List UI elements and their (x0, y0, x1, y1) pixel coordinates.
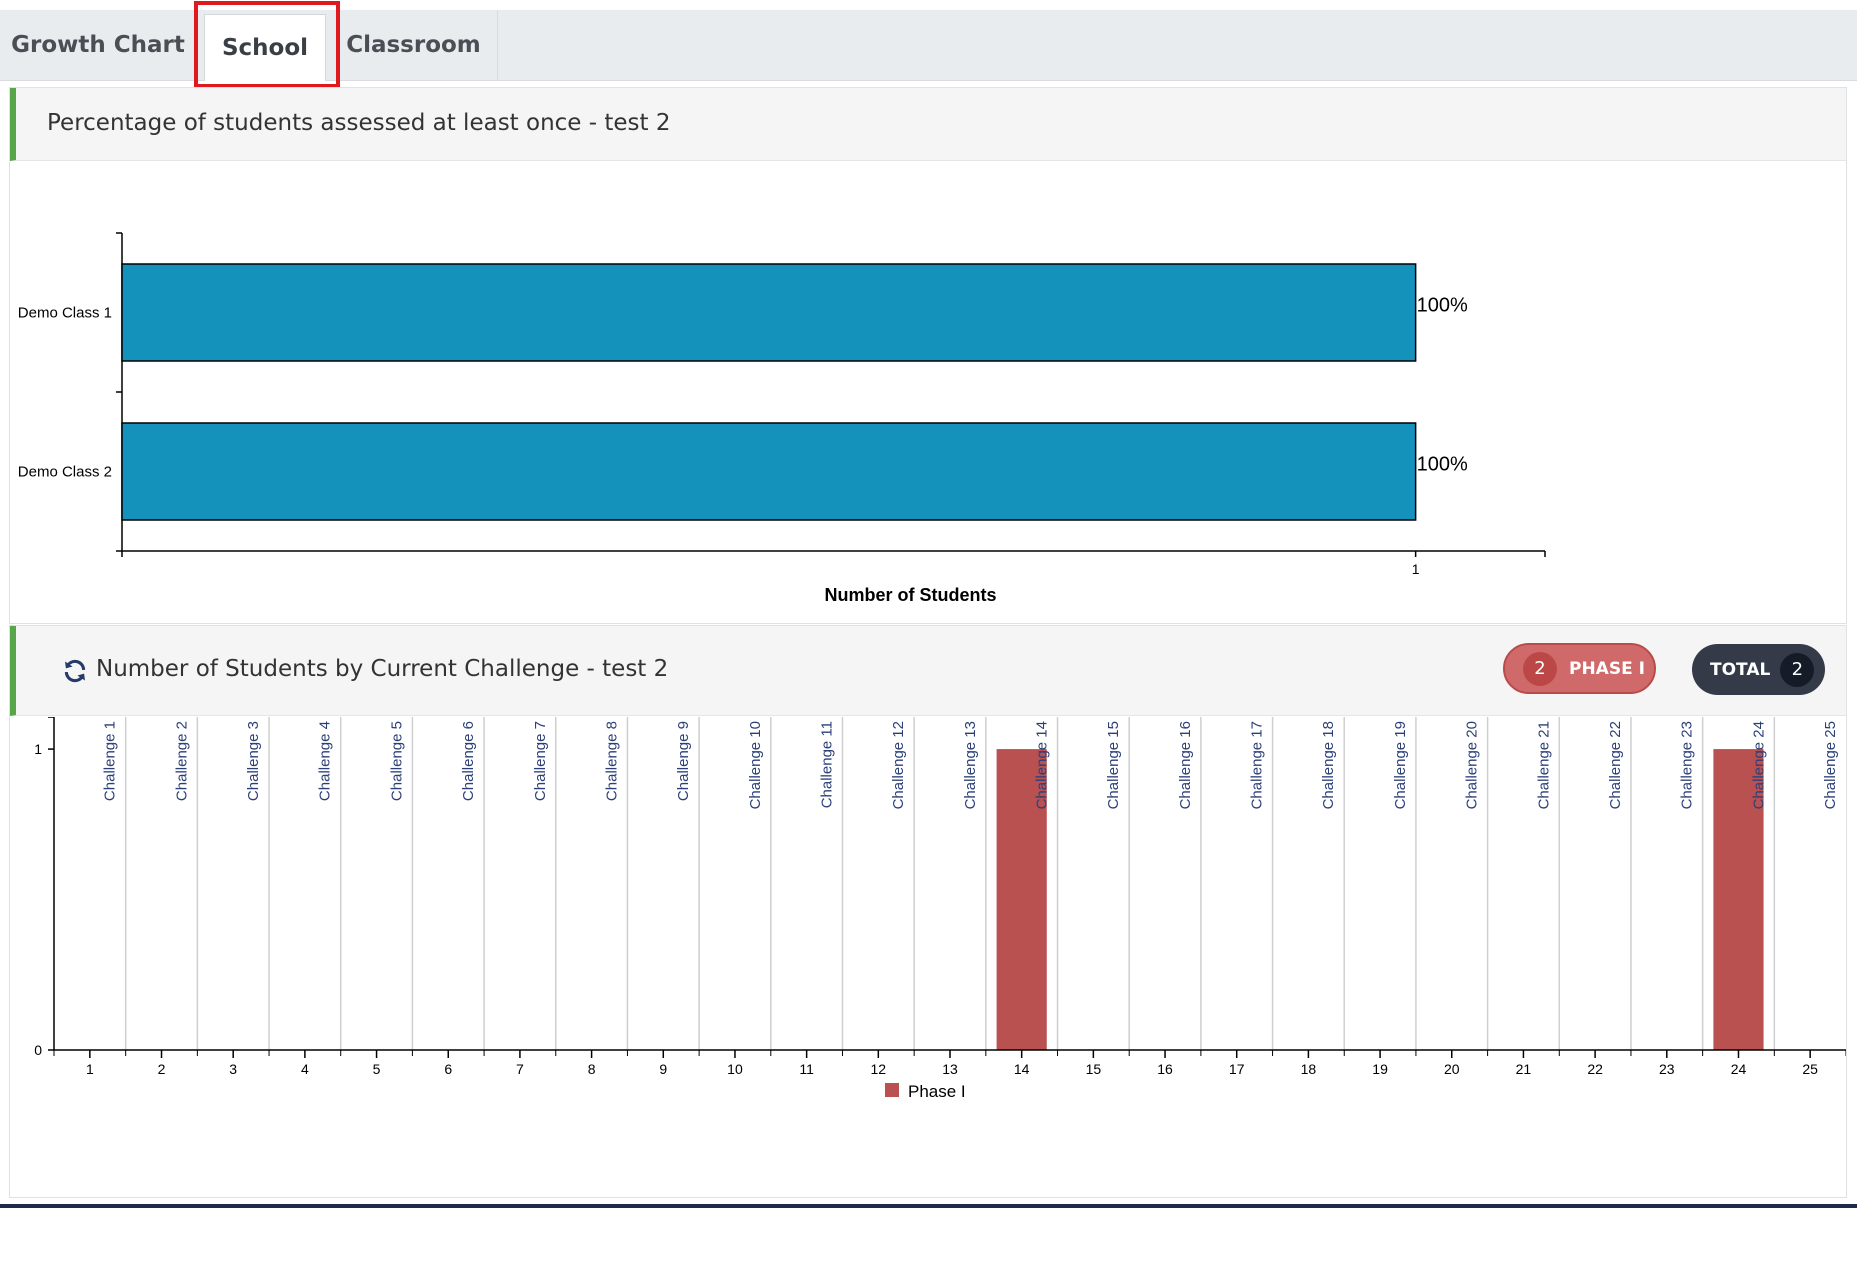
phase-one-count: 2 (1523, 651, 1557, 686)
data-label: 100% (1417, 295, 1468, 317)
x-tick-label: 16 (1157, 1061, 1173, 1077)
x-tick-label: 19 (1372, 1061, 1388, 1077)
assessed-panel-header: Percentage of students assessed at least… (10, 88, 1846, 161)
x-tick-label: 1 (86, 1061, 94, 1077)
category-label: Challenge 7 (532, 721, 549, 801)
x-tick-label: 7 (516, 1061, 524, 1077)
legend-swatch (885, 1083, 899, 1097)
y-tick-label: Demo Class 2 (18, 464, 112, 481)
x-tick-label: 2 (158, 1061, 166, 1077)
assessed-panel: Percentage of students assessed at least… (9, 87, 1847, 624)
x-tick-label: 12 (871, 1061, 887, 1077)
x-tick-label: 8 (588, 1061, 596, 1077)
category-label: Challenge 14 (1034, 721, 1051, 809)
x-tick-label: 13 (942, 1061, 958, 1077)
x-tick-label: 22 (1587, 1061, 1603, 1077)
x-tick-label: 17 (1229, 1061, 1245, 1077)
category-label: Challenge 9 (675, 721, 692, 801)
category-label: Challenge 15 (1105, 721, 1122, 809)
y-tick-label: 1 (34, 741, 42, 757)
bar-2 (121, 422, 1417, 521)
category-label: Challenge 5 (388, 721, 405, 801)
x-tick-label: 20 (1444, 1061, 1460, 1077)
category-label: Challenge 11 (818, 721, 835, 808)
total-label: TOTAL (1710, 659, 1771, 680)
bar-1 (121, 263, 1417, 362)
category-label: Challenge 1 (102, 721, 119, 801)
category-label: Challenge 12 (890, 721, 907, 809)
assessed-panel-title: Percentage of students assessed at least… (47, 110, 671, 136)
category-label: Challenge 13 (962, 721, 979, 809)
phase-one-label: PHASE I (1569, 658, 1645, 679)
category-label: Challenge 8 (603, 721, 620, 801)
x-tick-label: 4 (301, 1061, 309, 1077)
tab-bar: Growth Chart School Classroom (0, 10, 1857, 81)
total-count: 2 (1780, 652, 1815, 687)
total-badge[interactable]: TOTAL 2 (1692, 644, 1825, 695)
tab-school[interactable]: School (204, 14, 326, 81)
x-tick-label: 3 (229, 1061, 237, 1077)
category-label: Challenge 23 (1679, 721, 1696, 809)
category-label: Challenge 25 (1822, 721, 1839, 809)
category-label: Challenge 18 (1320, 721, 1337, 809)
category-label: Challenge 20 (1464, 721, 1481, 809)
category-label: Challenge 3 (245, 721, 262, 801)
challenge-panel-header: Number of Students by Current Challenge … (10, 626, 1846, 716)
refresh-icon[interactable] (62, 658, 88, 684)
phase-one-badge[interactable]: 2 PHASE I (1503, 643, 1656, 694)
x-tick-label: 15 (1086, 1061, 1102, 1077)
x-tick-label: 11 (799, 1061, 814, 1077)
challenge-chart: Challenge 1 Challenge 2 Challenge 3 Challen… (34, 717, 1846, 1101)
x-tick-label: 23 (1659, 1061, 1675, 1077)
x-tick-label: 1 (1412, 561, 1420, 577)
x-axis-title: Number of Students (824, 585, 996, 605)
x-tick-label: 14 (1014, 1061, 1030, 1077)
category-label: Challenge 19 (1392, 721, 1409, 809)
category-label: Challenge 17 (1249, 721, 1266, 809)
x-tick-label: 24 (1731, 1061, 1747, 1077)
data-label: 100% (1417, 454, 1468, 476)
category-label: Challenge 10 (747, 721, 764, 809)
tab-growth-chart[interactable]: Growth Chart (0, 10, 196, 80)
y-tick-label: Demo Class 1 (18, 305, 112, 322)
x-tick-label: 25 (1802, 1061, 1818, 1077)
category-label: Challenge 16 (1177, 721, 1194, 809)
challenge-panel: Number of Students by Current Challenge … (9, 625, 1847, 1198)
x-tick-label: 21 (1516, 1061, 1532, 1077)
tab-classroom[interactable]: Classroom (330, 10, 498, 80)
x-tick-label: 9 (659, 1061, 667, 1077)
category-label: Challenge 6 (460, 721, 477, 801)
category-label: Challenge 4 (317, 721, 334, 801)
x-tick-label: 5 (373, 1061, 381, 1077)
category-label: Challenge 24 (1750, 721, 1767, 809)
challenge-panel-title: Number of Students by Current Challenge … (96, 656, 669, 682)
y-tick-label: 0 (34, 1042, 42, 1058)
x-tick-label: 10 (727, 1061, 743, 1077)
category-label: Challenge 2 (173, 721, 190, 801)
x-tick-label: 6 (444, 1061, 452, 1077)
legend-label: Phase I (908, 1082, 966, 1101)
category-label: Challenge 21 (1535, 721, 1552, 809)
category-label: Challenge 22 (1607, 721, 1624, 809)
assessed-chart: Demo Class 1 100% Demo Class 2 100% 1 Number … (18, 232, 1546, 605)
footer-rule (0, 1204, 1857, 1208)
x-tick-label: 18 (1301, 1061, 1317, 1077)
